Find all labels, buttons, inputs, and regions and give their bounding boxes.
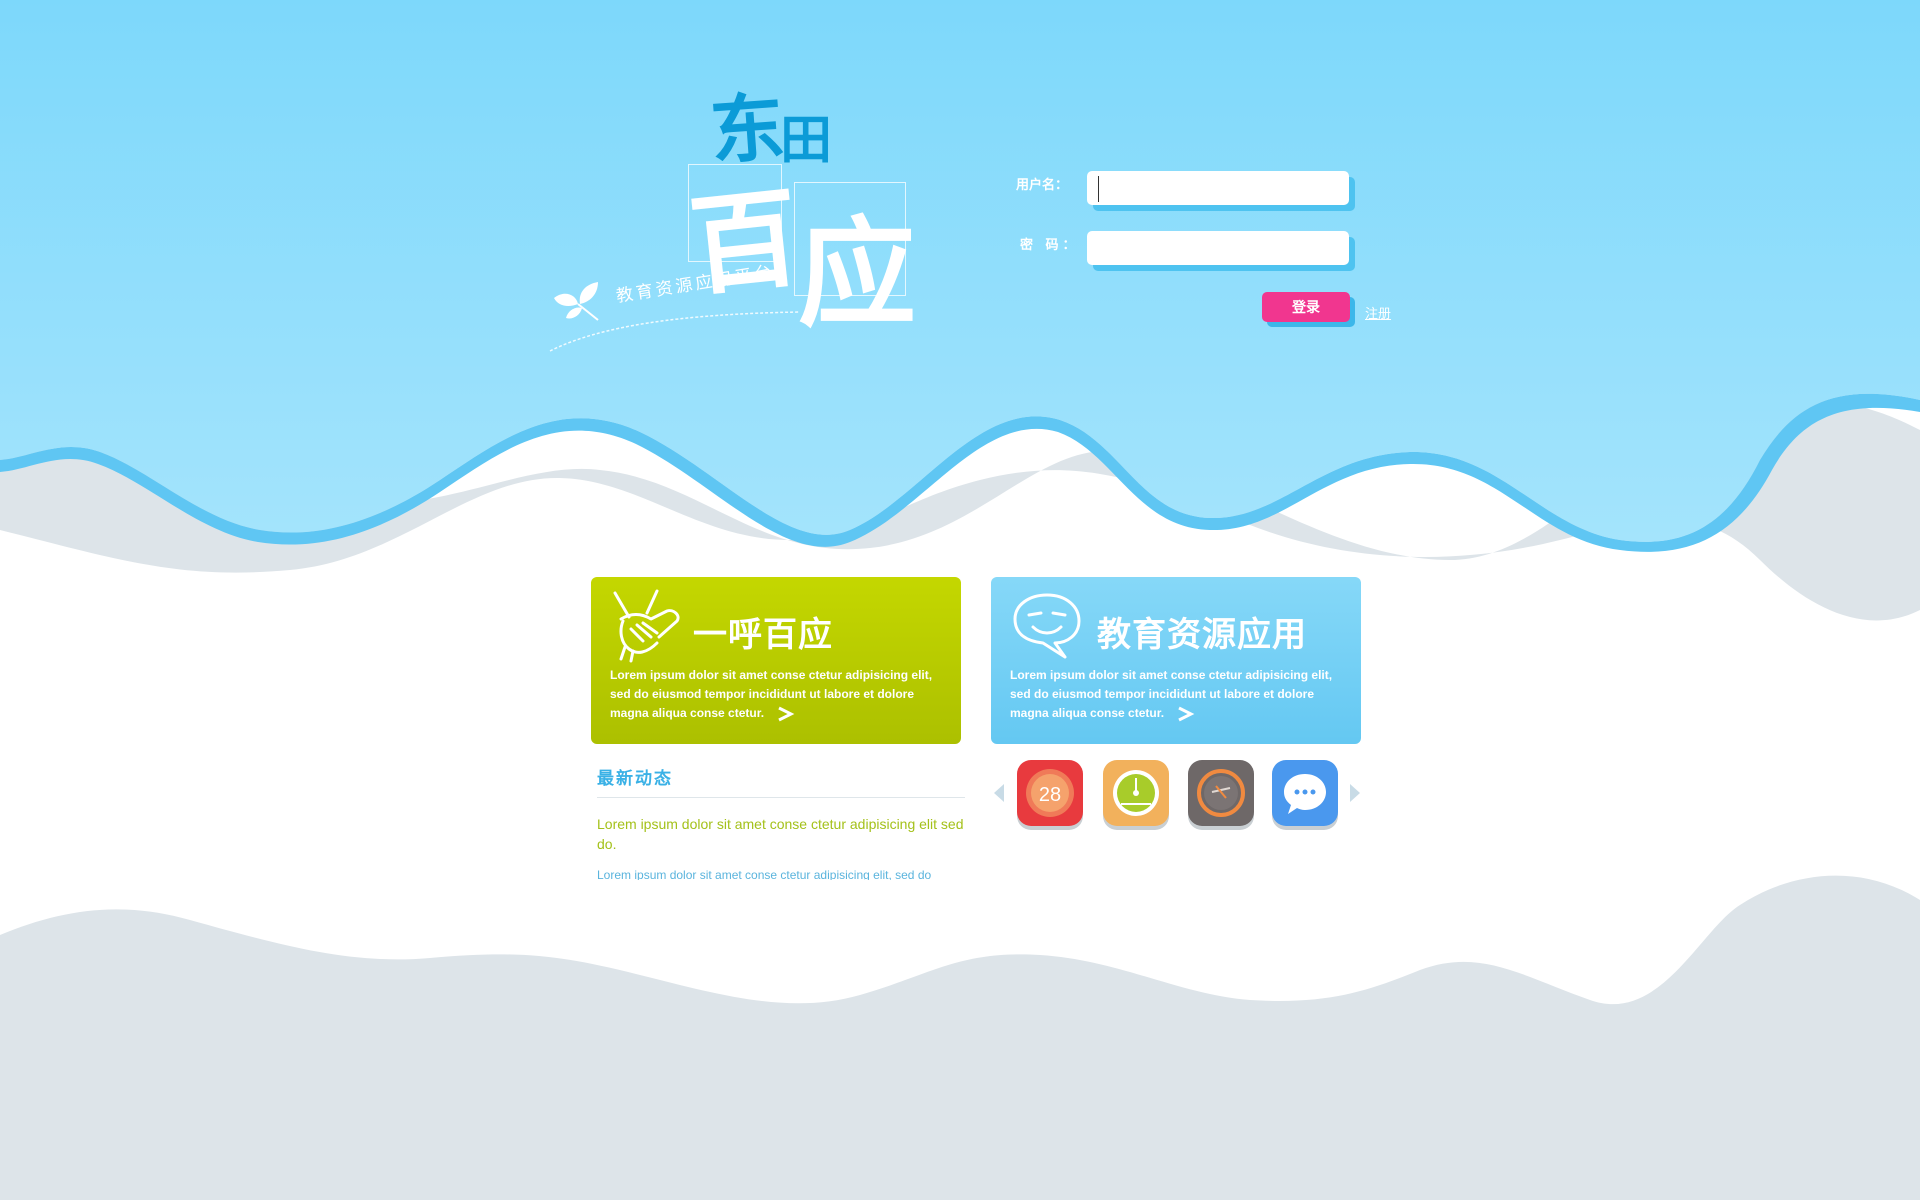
logo: 东 田 百 应 教育资源应用平台 — [540, 70, 940, 370]
calendar-icon[interactable]: 28 — [1015, 760, 1085, 832]
carousel-prev-icon[interactable] — [992, 782, 1006, 804]
card-description: Lorem ipsum dolor sit amet conse ctetur … — [1010, 666, 1350, 723]
dial-icon[interactable] — [1186, 760, 1256, 832]
card-description: Lorem ipsum dolor sit amet conse ctetur … — [610, 666, 950, 723]
gauge-icon[interactable] — [1101, 760, 1171, 832]
logo-swoosh — [549, 311, 801, 352]
card-title: 一呼百应 — [693, 615, 833, 655]
chat-face-icon — [1013, 593, 1081, 659]
card-title: 教育资源应用 — [1097, 615, 1307, 655]
arrow-right-icon[interactable] — [1177, 706, 1195, 722]
logo-char-ying: 应 — [798, 204, 917, 343]
login-button[interactable]: 登录 — [1262, 292, 1350, 322]
password-label: 密 码： — [1020, 238, 1080, 253]
news-item[interactable]: Lorem ipsum dolor sit amet conse ctetur … — [597, 866, 967, 880]
text-caret — [1098, 176, 1099, 202]
card-description-text: Lorem ipsum dolor sit amet conse ctetur … — [1010, 668, 1333, 720]
carousel-next-icon[interactable] — [1348, 782, 1362, 804]
card-edu-resources[interactable]: 教育资源应用 Lorem ipsum dolor sit amet conse … — [991, 577, 1361, 744]
news-item[interactable]: Lorem ipsum dolor sit amet conse ctetur … — [597, 814, 967, 854]
message-icon[interactable] — [1270, 760, 1340, 832]
username-label: 用户名： — [1016, 178, 1069, 193]
register-link[interactable]: 注册 — [1365, 303, 1391, 322]
card-description-text: Lorem ipsum dolor sit amet conse ctetur … — [610, 668, 933, 720]
card-one-call[interactable]: 一呼百应 Lorem ipsum dolor sit amet conse ct… — [591, 577, 961, 744]
calendar-date: 28 — [1038, 784, 1062, 806]
username-input[interactable] — [1087, 171, 1349, 205]
password-input[interactable] — [1087, 231, 1349, 265]
handshake-icon — [613, 589, 680, 663]
arrow-right-icon[interactable] — [777, 706, 795, 722]
news-section-title: 最新动态 — [597, 769, 673, 789]
divider — [597, 797, 965, 798]
